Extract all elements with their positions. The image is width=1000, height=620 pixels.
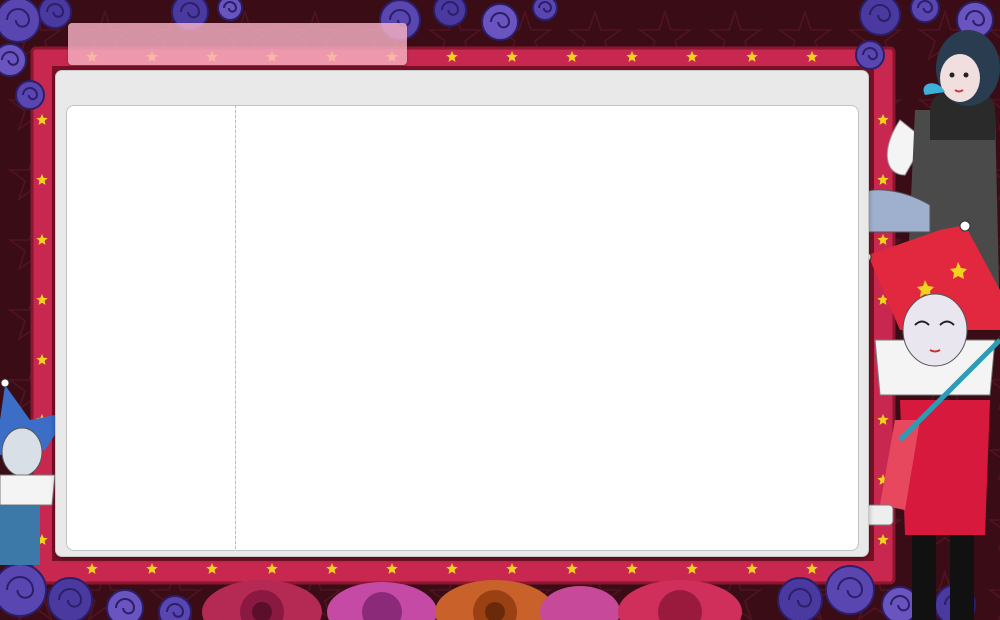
main-window: [56, 71, 868, 556]
flower-row: [202, 580, 742, 620]
title-bar: [68, 23, 407, 65]
left-page-panel[interactable]: [66, 105, 235, 551]
right-page-panel[interactable]: [236, 105, 859, 551]
